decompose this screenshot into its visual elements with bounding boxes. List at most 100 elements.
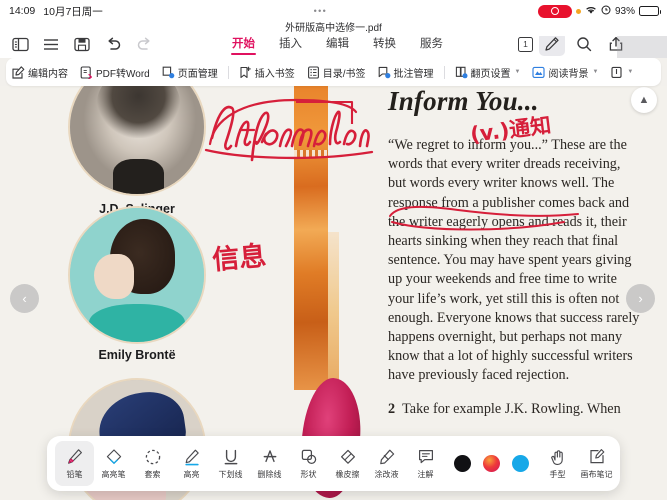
ios-status-bar: 14:09 10月7日周一 ••• 93% [0, 0, 667, 22]
portrait-salinger [68, 86, 206, 196]
ribbon-label: 插入书签 [254, 68, 295, 80]
ribbon-item-pdf-to-word[interactable]: PDF转Word [74, 61, 156, 83]
screen-record-icon [537, 4, 572, 18]
collapse-toolbar-button[interactable]: ▲ [631, 87, 657, 113]
tool-label: 套索 [144, 469, 161, 479]
toc-bookmark-icon [307, 65, 320, 79]
tool-label: 手型 [549, 469, 566, 479]
ribbon-label: 页面管理 [177, 68, 218, 80]
hand-tool-icon [549, 448, 567, 467]
ribbon-item-insert-bookmark[interactable]: 插入书签 [233, 61, 301, 83]
edit-content-icon [12, 65, 25, 79]
tool-eraser[interactable]: 橡皮擦 [328, 441, 367, 486]
feature-ribbon: 编辑内容 PDF转Word 页面管理 插入书签 目录/书签 批注管理 翻页设置 … [6, 58, 661, 86]
tool-pencil[interactable]: 铅笔 [55, 441, 94, 486]
ribbon-label: 阅读背景 [548, 68, 589, 80]
tab-start[interactable]: 开始 [231, 33, 256, 55]
tool-shape[interactable]: 形状 [289, 441, 328, 486]
ribbon-divider [227, 65, 229, 79]
ribbon-label: PDF转Word [96, 68, 150, 80]
ribbon-item-page-turn-settings[interactable]: 翻页设置 ▼ [449, 61, 527, 83]
strikethrough-icon [261, 448, 279, 467]
tab-convert[interactable]: 转换 [372, 33, 397, 55]
underline-icon [222, 448, 240, 467]
portrait-bronte [68, 206, 206, 344]
ribbon-label: 批注管理 [393, 68, 434, 80]
tool-strikethrough[interactable]: 删除线 [250, 441, 289, 486]
chevron-left-icon: ‹ [22, 291, 27, 306]
swatch-black[interactable] [454, 455, 471, 472]
ribbon-item-reading-mode[interactable]: ▼ [604, 61, 639, 83]
article-paragraph-2: Take for example J.K. Rowling. When [402, 400, 621, 417]
tool-correction-fluid[interactable]: 涂改液 [367, 441, 406, 486]
ribbon-label: 编辑内容 [28, 68, 68, 80]
document-title: 外研版高中选修一.pdf [0, 22, 667, 36]
tool-label: 橡皮擦 [335, 469, 360, 479]
swatch-red[interactable] [483, 455, 500, 472]
tab-service[interactable]: 服务 [419, 33, 444, 55]
status-bar-left: 14:09 10月7日周一 [0, 4, 103, 19]
tool-label: 高亮 [183, 469, 200, 479]
multitask-dots-icon: ••• [313, 5, 328, 16]
pencil-icon [66, 448, 84, 467]
tool-highlight[interactable]: 高亮 [172, 441, 211, 486]
chevron-down-icon: ▼ [627, 69, 634, 75]
ink-annotation-chinese: 信息 [211, 240, 268, 277]
article-text-column: Inform You... “We regret to inform you..… [388, 86, 640, 419]
annotation-manage-icon [378, 66, 391, 79]
wifi-icon [585, 5, 597, 18]
chevron-down-icon: ▼ [592, 69, 599, 75]
previous-page-button[interactable]: ‹ [10, 284, 39, 313]
tool-canvas-note[interactable]: 画布笔记 [577, 441, 616, 486]
ribbon-label: 翻页设置 [470, 68, 511, 80]
tool-label: 涂改液 [374, 469, 399, 479]
chevron-right-icon: › [638, 291, 643, 306]
correction-fluid-icon [378, 448, 396, 467]
tool-label: 铅笔 [66, 469, 83, 479]
battery-icon [639, 6, 661, 16]
tool-highlighter-pen[interactable]: 高亮笔 [94, 441, 133, 486]
tool-lasso[interactable]: 套索 [133, 441, 172, 486]
article-heading: Inform You... [388, 86, 539, 116]
mic-indicator-icon [575, 8, 581, 14]
ribbon-item-toc-bookmark[interactable]: 目录/书签 [301, 61, 372, 83]
insert-bookmark-icon [239, 66, 252, 79]
annotation-tool-dock: 铅笔 高亮笔 套索 高亮 下划线 删除线 形状 橡皮擦 涂改液 注解 手型 画布… [47, 436, 620, 491]
highlighter-pen-icon [105, 448, 123, 467]
next-page-button[interactable]: › [626, 284, 655, 313]
note-comment-icon [417, 448, 435, 467]
pdf-reader-app: 14:09 10月7日周一 ••• 93% 外研版高中选修一.pdf 开始 插入… [0, 0, 667, 500]
tool-label: 高亮笔 [101, 469, 126, 479]
eraser-icon [339, 448, 357, 467]
reading-background-icon [532, 66, 546, 79]
battery-percent: 93% [614, 5, 635, 17]
tool-hand[interactable]: 手型 [538, 441, 577, 486]
page-number-badge[interactable]: 1 [518, 36, 533, 52]
ribbon-divider [443, 65, 445, 79]
status-date: 10月7日周一 [43, 5, 103, 18]
rotation-lock-icon [601, 5, 611, 18]
ribbon-item-edit-content[interactable]: 编辑内容 [6, 61, 74, 83]
ribbon-label: 目录/书签 [322, 68, 366, 80]
swatch-blue[interactable] [512, 455, 529, 472]
tool-label: 形状 [300, 469, 317, 479]
tool-underline[interactable]: 下划线 [211, 441, 250, 486]
ribbon-item-page-manage[interactable]: 页面管理 [156, 61, 224, 83]
toolbar-tabs: 开始 插入 编辑 转换 服务 [157, 33, 518, 55]
tab-insert[interactable]: 插入 [278, 33, 303, 55]
page-manage-icon [162, 66, 175, 79]
status-bar-center: ••• [103, 5, 538, 16]
tool-label: 画布笔记 [580, 469, 613, 479]
ribbon-item-annotation-manage[interactable]: 批注管理 [372, 61, 440, 83]
tool-label: 下划线 [218, 469, 243, 479]
lasso-icon [144, 448, 162, 467]
tab-edit[interactable]: 编辑 [325, 33, 350, 55]
article-paragraph: “We regret to inform you...” These are t… [388, 137, 640, 384]
tool-note-comment[interactable]: 注解 [406, 441, 445, 486]
tool-label: 注解 [417, 469, 434, 479]
pdf-to-word-icon [80, 65, 93, 79]
portrait-name-bronte: Emily Brontë [98, 348, 176, 362]
ribbon-item-reading-background[interactable]: 阅读背景 ▼ [526, 61, 604, 83]
list-number: 2 [388, 400, 396, 417]
shape-icon [300, 448, 318, 467]
